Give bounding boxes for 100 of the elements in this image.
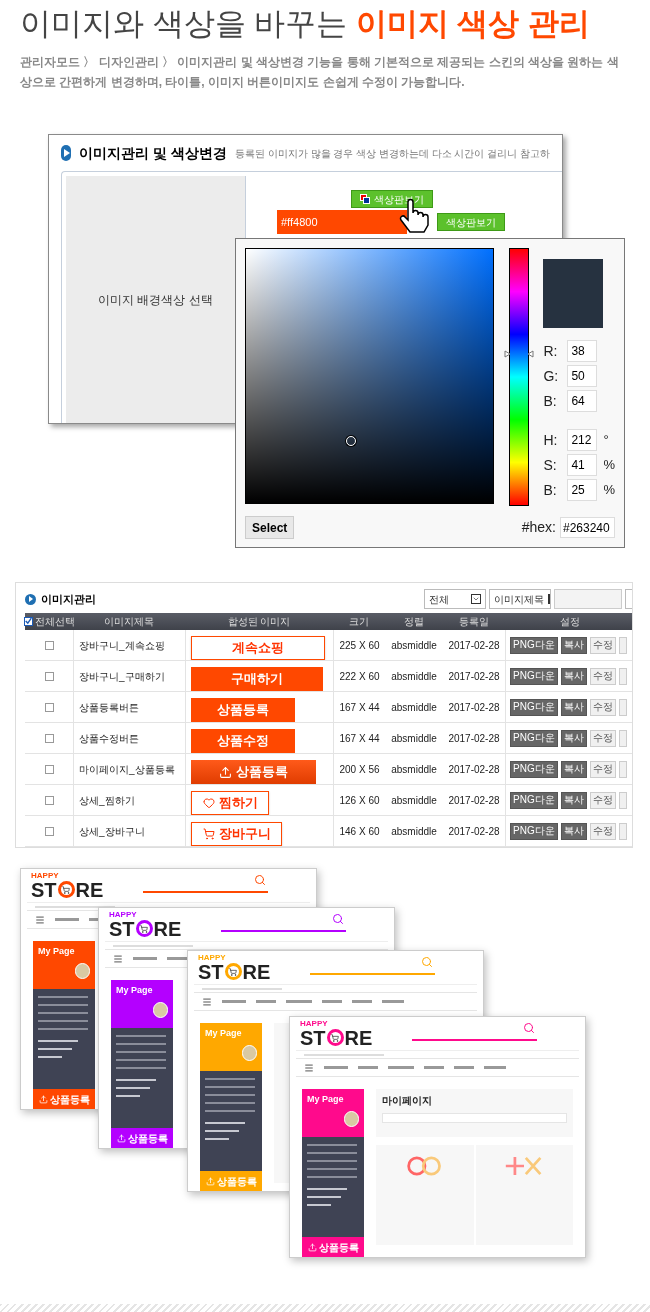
search-bar[interactable]	[412, 1026, 538, 1041]
png-download-button[interactable]: PNG다운	[510, 791, 558, 809]
copy-button[interactable]: 복사	[560, 822, 587, 840]
channel-field[interactable]: 212	[567, 429, 598, 451]
table-title: 이미지관리	[41, 592, 96, 608]
png-download-button[interactable]: PNG다운	[510, 729, 558, 747]
palette-icon	[360, 194, 370, 204]
size-cell: 225 X 60	[333, 630, 385, 660]
upload-icon	[219, 765, 232, 779]
color-value-field[interactable]: #ff4800	[277, 210, 407, 234]
register-button[interactable]: 상품등록	[111, 1128, 173, 1148]
date-cell-text: 2017-02-28	[447, 731, 501, 746]
checkbox[interactable]	[44, 640, 54, 650]
copy-button[interactable]: 복사	[560, 729, 587, 747]
search-bar[interactable]	[143, 878, 269, 893]
checkbox[interactable]	[44, 764, 54, 774]
intro-text: 관리자모드 〉 디자인관리 〉 이미지관리 및 색상변경 기능을 통해 기본적으로 제공되는 스킨의 색상을 원하는 색상으로 간편하게 변경하며, 타이틀, 이미지 버튼이미지도 손쉽게 수정이 가능합니다.	[20, 54, 620, 91]
button-preview: 상품등록	[191, 760, 316, 784]
channel-field[interactable]: 38	[567, 340, 598, 362]
search-field[interactable]	[554, 589, 622, 610]
brand-tag: HAPPY	[31, 871, 104, 880]
png-download-button[interactable]: PNG다운	[510, 822, 558, 840]
select-button[interactable]: Select	[245, 516, 295, 539]
channel-field[interactable]: 50	[567, 365, 598, 387]
filter-dropdown[interactable]: 이미지제목	[489, 589, 551, 610]
panel-note: 등록된 이미지가 많을 경우 색상 변경하는데 다소 시간이 걸리니 참고하	[235, 146, 550, 161]
date-cell-text: 2017-02-28	[447, 669, 501, 684]
button-preview: 계속쇼핑	[191, 636, 325, 660]
filter-dropdown[interactable]: 전체	[424, 589, 486, 610]
date-cell-text: 2017-02-28	[447, 762, 501, 777]
button-preview: 장바구니	[191, 822, 282, 846]
checkbox[interactable]	[23, 616, 33, 626]
checkbox[interactable]	[44, 795, 54, 805]
copy-button[interactable]: 복사	[560, 667, 587, 685]
hue-pointer-icon[interactable]	[504, 350, 535, 358]
page-title: 마이페이지	[382, 1094, 433, 1108]
image-title: 장바구니_구매하기	[79, 669, 165, 684]
cut-off-button[interactable]	[618, 791, 627, 809]
edit-button[interactable]: 수정	[589, 760, 616, 778]
cut-off-button[interactable]	[618, 822, 627, 840]
channel-field[interactable]: 41	[567, 454, 598, 476]
logo-text: ST	[31, 879, 57, 900]
cut-off-button[interactable]	[618, 760, 627, 778]
copy-button[interactable]: 복사	[560, 636, 587, 654]
menu-icon[interactable]	[202, 996, 212, 1007]
unit-label: %	[603, 456, 615, 475]
logo-text: ST	[109, 918, 135, 939]
column-header: 등록일	[458, 614, 490, 629]
edit-button[interactable]: 수정	[589, 729, 616, 747]
edit-button[interactable]: 수정	[589, 698, 616, 716]
cut-off-button[interactable]	[618, 698, 627, 716]
menu-icon[interactable]	[304, 1062, 314, 1073]
card-title: My Page	[205, 1027, 242, 1040]
edit-button[interactable]: 수정	[589, 791, 616, 809]
channel-field[interactable]: 25	[567, 479, 598, 501]
cut-off-button[interactable]	[618, 729, 627, 747]
edit-button[interactable]: 수정	[589, 822, 616, 840]
align-cell-text: absmiddle	[390, 793, 438, 808]
checkbox[interactable]	[44, 826, 54, 836]
filter-button[interactable]	[625, 589, 632, 610]
png-download-button[interactable]: PNG다운	[510, 698, 558, 716]
cut-off-button[interactable]	[618, 636, 627, 654]
png-download-button[interactable]: PNG다운	[510, 636, 558, 654]
checkbox[interactable]	[44, 733, 54, 743]
menu-icon[interactable]	[35, 914, 45, 925]
channel-field[interactable]: 64	[567, 390, 598, 412]
copy-button[interactable]: 복사	[560, 760, 587, 778]
size-cell: 222 X 60	[333, 661, 385, 691]
png-download-button[interactable]: PNG다운	[510, 667, 558, 685]
png-download-button[interactable]: PNG다운	[510, 760, 558, 778]
logo-text: ST	[198, 961, 224, 982]
date-cell-text: 2017-02-28	[447, 793, 501, 808]
saturation-brightness-area[interactable]	[245, 248, 495, 504]
menu-icon[interactable]	[113, 953, 123, 964]
copy-button[interactable]: 복사	[560, 791, 587, 809]
register-button[interactable]: 상품등록	[302, 1237, 364, 1257]
button-preview: 상품수정	[191, 729, 295, 753]
logo-text: ST	[300, 1027, 326, 1048]
hex-field[interactable]: #263240	[560, 517, 615, 538]
upload-icon	[116, 1133, 126, 1143]
checkbox[interactable]	[44, 671, 54, 681]
channel-label: G:	[543, 366, 560, 386]
edit-button[interactable]: 수정	[589, 636, 616, 654]
search-icon	[332, 912, 345, 925]
panel-title: 이미지관리 및 색상변경	[79, 143, 227, 163]
search-bar[interactable]	[221, 917, 347, 932]
align-cell-text: absmiddle	[390, 669, 438, 684]
copy-button[interactable]: 복사	[560, 698, 587, 716]
cut-off-button[interactable]	[618, 667, 627, 685]
upload-icon	[205, 1176, 215, 1186]
edit-button[interactable]: 수정	[589, 667, 616, 685]
play-icon	[25, 593, 36, 605]
title-lead: 이미지와 색상을 바꾸는	[20, 6, 349, 41]
register-button[interactable]: 상품등록	[33, 1089, 95, 1109]
search-bar[interactable]	[310, 960, 436, 975]
logo-cart-icon	[57, 881, 75, 899]
checkbox[interactable]	[44, 702, 54, 712]
logo-cart-icon	[326, 1029, 344, 1047]
align-cell-text: absmiddle	[390, 731, 438, 746]
brand-tag: HAPPY	[198, 953, 271, 962]
